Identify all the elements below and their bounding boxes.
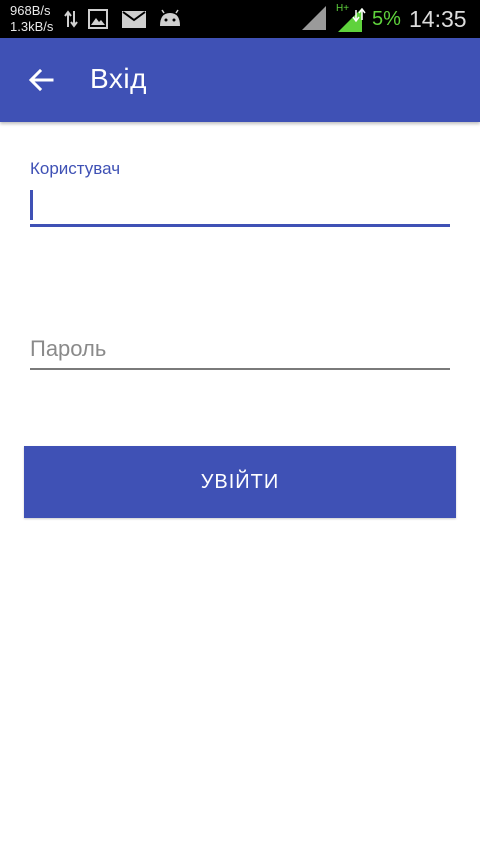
image-icon [88,9,108,29]
battery-percentage: 5% [372,8,401,30]
status-bar: 968B/s 1.3kB/s H+ 5% 14:35 [0,0,480,38]
clock: 14:35 [409,6,467,32]
data-transfer-icon [64,10,78,28]
login-button[interactable]: УВІЙТИ [24,446,456,518]
password-input[interactable]: Пароль [30,334,450,370]
username-label: Користувач [30,159,121,178]
app-bar: Вхід [0,38,480,122]
upload-speed: 1.3kB/s [10,19,54,34]
android-icon [160,9,180,26]
text-cursor [30,190,33,220]
page-title: Вхід [90,63,147,94]
login-button-label: УВІЙТИ [200,470,280,493]
download-speed: 968B/s [10,3,51,18]
mobile-data-signal-icon [338,8,366,32]
network-speed: 968B/s 1.3kB/s [10,3,53,35]
password-placeholder: Пароль [30,336,107,361]
back-button[interactable] [18,60,66,100]
signal-icon [302,6,326,30]
arrow-back-icon [28,68,54,92]
mail-icon [122,11,146,28]
username-input[interactable] [30,186,450,227]
